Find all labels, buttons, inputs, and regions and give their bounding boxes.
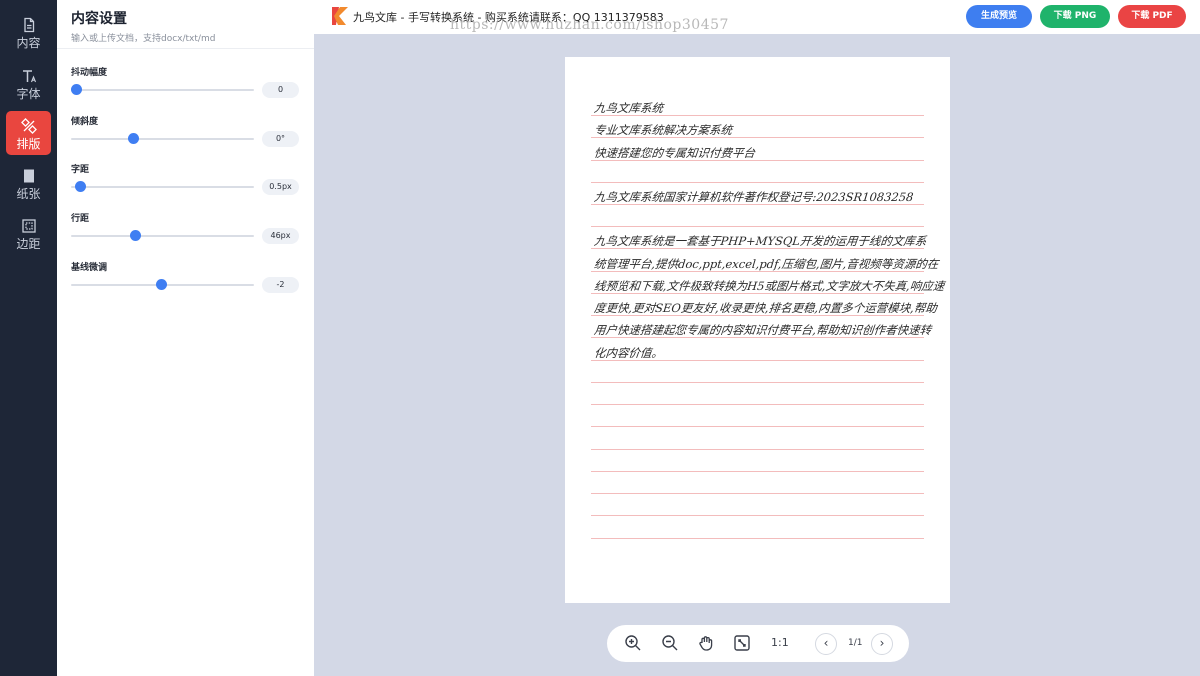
handwriting-line: 化内容价值。 [593, 346, 664, 360]
slant-label: 倾斜度 [71, 117, 99, 127]
margin-icon [6, 214, 51, 236]
ruled-line [591, 493, 924, 494]
document-icon [6, 13, 51, 35]
baseline-control: 基线微调 -2 [71, 260, 299, 293]
hand-icon [699, 636, 713, 651]
ruled-line [591, 538, 924, 539]
panel-subtitle: 输入或上传文档，支持docx/txt/md [71, 34, 216, 44]
line-height-label: 行距 [71, 214, 90, 224]
handwriting-line: 用户快速搭建起您专属的内容知识付费平台,帮助知识创作者快速转 [593, 323, 932, 337]
nav-item-font[interactable]: 字体 [6, 61, 51, 105]
jitter-slider[interactable] [71, 84, 254, 95]
ruled-line [591, 182, 924, 183]
letter-spacing-control: 字距 0.5px [71, 162, 299, 195]
nav-item-label: 排版 [16, 137, 41, 151]
chevron-left-icon: ‹ [823, 636, 829, 650]
jitter-value[interactable]: 0 [262, 82, 299, 98]
zoom-out-icon [662, 635, 678, 651]
preview-toolbar: 1:1 ‹ 1/1 › [607, 625, 909, 662]
page-indicator: 1/1 [848, 638, 863, 648]
baseline-slider[interactable] [71, 279, 254, 290]
nav-item-label: 纸张 [16, 187, 41, 201]
letter-spacing-slider[interactable] [71, 181, 254, 192]
handwriting-line: 九鸟文库系统 [593, 101, 664, 115]
fit-screen-icon [734, 635, 750, 651]
layout-icon [6, 114, 51, 136]
ruled-line [591, 426, 924, 427]
ruled-line [591, 515, 924, 516]
handwriting-line: 快速搭建您的专属知识付费平台 [593, 146, 756, 160]
handwriting-line: 专业文库系统解决方案系统 [593, 123, 733, 137]
zoom-in-button[interactable] [624, 634, 644, 654]
ruled-line [591, 382, 924, 383]
fit-screen-button[interactable] [733, 634, 753, 654]
slant-value[interactable]: 0° [262, 131, 299, 147]
nav-item-content[interactable]: 内容 [6, 10, 51, 54]
ruled-line [591, 471, 924, 472]
slider-thumb[interactable] [130, 230, 142, 241]
ruled-line [591, 404, 924, 405]
handwriting-line: 九鸟文库系统国家计算机软件著作权登记号:2023SR1083258 [593, 190, 915, 204]
nav-item-label: 内容 [16, 36, 41, 50]
download-png-button[interactable]: 下载 PNG [1040, 5, 1110, 28]
zoom-out-button[interactable] [661, 634, 681, 654]
jitter-label: 抖动幅度 [71, 68, 108, 78]
ruled-line [591, 449, 924, 450]
next-page-button[interactable]: › [871, 633, 893, 655]
handwriting-line: 九鸟文库系统是一套基于PHP+MYSQL开发的运用于线的文库系 [593, 234, 928, 248]
app-logo-icon [332, 7, 348, 25]
panel-title: 内容设置 [71, 11, 127, 27]
chevron-right-icon: › [879, 636, 885, 650]
handwriting-line: 度更快,更对SEO更友好,收录更快,排名更稳,内置多个运营模块,帮助 [593, 301, 938, 315]
slider-thumb[interactable] [128, 133, 140, 144]
line-height-control: 行距 46px [71, 211, 299, 244]
zoom-in-icon [625, 635, 641, 651]
line-height-slider[interactable] [71, 230, 254, 241]
slider-thumb[interactable] [75, 181, 87, 192]
actual-size-button[interactable]: 1:1 [771, 636, 789, 649]
slant-slider[interactable] [71, 133, 254, 144]
baseline-label: 基线微调 [71, 263, 108, 273]
paper-icon [6, 164, 51, 186]
slider-thumb[interactable] [155, 279, 167, 290]
baseline-value[interactable]: -2 [262, 277, 299, 293]
nav-item-label: 字体 [16, 87, 41, 101]
nav-item-paper[interactable]: 纸张 [6, 161, 51, 205]
slant-control: 倾斜度 0° [71, 114, 299, 147]
handwriting-line: 线预览和下载,文件极致转换为H5或图片格式,文字放大不失真,响应速 [593, 279, 946, 293]
download-pdf-button[interactable]: 下载 PDF [1118, 5, 1186, 28]
slider-thumb[interactable] [71, 84, 83, 95]
panel-header: 内容设置 输入或上传文档，支持docx/txt/md [57, 0, 314, 49]
side-nav: 内容 字体 排版 纸张 边距 [0, 0, 57, 676]
line-height-value[interactable]: 46px [262, 228, 299, 244]
font-icon [6, 64, 51, 86]
letter-spacing-label: 字距 [71, 165, 90, 175]
prev-page-button[interactable]: ‹ [815, 633, 837, 655]
letter-spacing-value[interactable]: 0.5px [262, 179, 299, 195]
ruled-line [591, 226, 924, 227]
settings-panel: 内容设置 输入或上传文档，支持docx/txt/md 抖动幅度 0 倾斜度 0°… [57, 0, 314, 676]
handwriting-line: 统管理平台,提供doc,ppt,excel,pdf,压缩包,图片,音视频等资源的… [593, 257, 940, 271]
jitter-control: 抖动幅度 0 [71, 65, 299, 98]
nav-item-margin[interactable]: 边距 [6, 211, 51, 255]
generate-preview-button[interactable]: 生成预览 [966, 5, 1032, 28]
nav-item-label: 边距 [16, 237, 41, 251]
pan-button[interactable] [697, 634, 717, 654]
nav-item-layout[interactable]: 排版 [6, 111, 51, 155]
top-bar: 九鸟文库 - 手写转换系统 - 购买系统请联系：QQ 1311379583 ht… [314, 0, 1200, 34]
paper-preview: 九鸟文库系统 专业文库系统解决方案系统 快速搭建您的专属知识付费平台 九鸟文库系… [565, 57, 950, 603]
watermark-text: https://www.huzhan.com/ishop30457 [450, 17, 729, 33]
